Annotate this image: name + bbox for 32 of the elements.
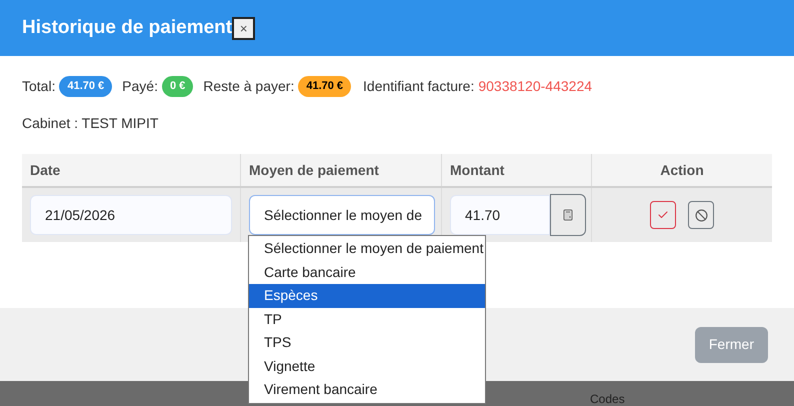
calculator-button[interactable] (550, 194, 586, 236)
summary-label: Reste à payer: (203, 77, 294, 96)
dropdown-option[interactable]: TPS (249, 331, 485, 354)
column-header: Action (660, 160, 704, 180)
date-field[interactable]: 21/05/2026 (30, 195, 232, 235)
check-icon (657, 209, 669, 221)
column-header: Moyen de paiement (249, 160, 379, 180)
dropdown-option[interactable]: TP (249, 308, 485, 331)
cancel-button[interactable] (688, 201, 714, 229)
column-header: Montant (450, 160, 504, 180)
summary-label: Payé: (122, 77, 158, 96)
amount-badge: 41.70 € (59, 76, 112, 97)
amount-field[interactable]: 41.70 (450, 195, 550, 235)
confirm-button[interactable] (650, 201, 676, 229)
dropdown-option[interactable]: Espèces (249, 284, 485, 308)
invoice-id: 90338120-443224 (478, 77, 592, 96)
dropdown-option[interactable]: Carte bancaire (249, 260, 485, 284)
dropdown-option[interactable]: Sélectionner le moyen de paiement (249, 237, 485, 260)
column-header: Date (30, 160, 60, 180)
cabinet-text: Cabinet : TEST MIPIT (21, 114, 160, 133)
dropdown-option[interactable]: Vignette (249, 354, 485, 378)
summary-label: Total: (22, 77, 56, 96)
amount-badge: 41.70 € (298, 76, 352, 97)
invoice-label: Identifiant facture: (363, 77, 474, 96)
amount-badge: 0 € (162, 76, 194, 97)
calculator-icon (562, 209, 574, 221)
dropdown-option[interactable]: Virement bancaire (249, 378, 485, 402)
column-header: Codes (590, 393, 625, 405)
ban-icon (694, 208, 708, 222)
payment-method-select[interactable]: Sélectionner le moyen de (249, 195, 435, 235)
dialog-title: Historique de paiement (22, 16, 232, 40)
close-button[interactable]: × (232, 16, 256, 40)
